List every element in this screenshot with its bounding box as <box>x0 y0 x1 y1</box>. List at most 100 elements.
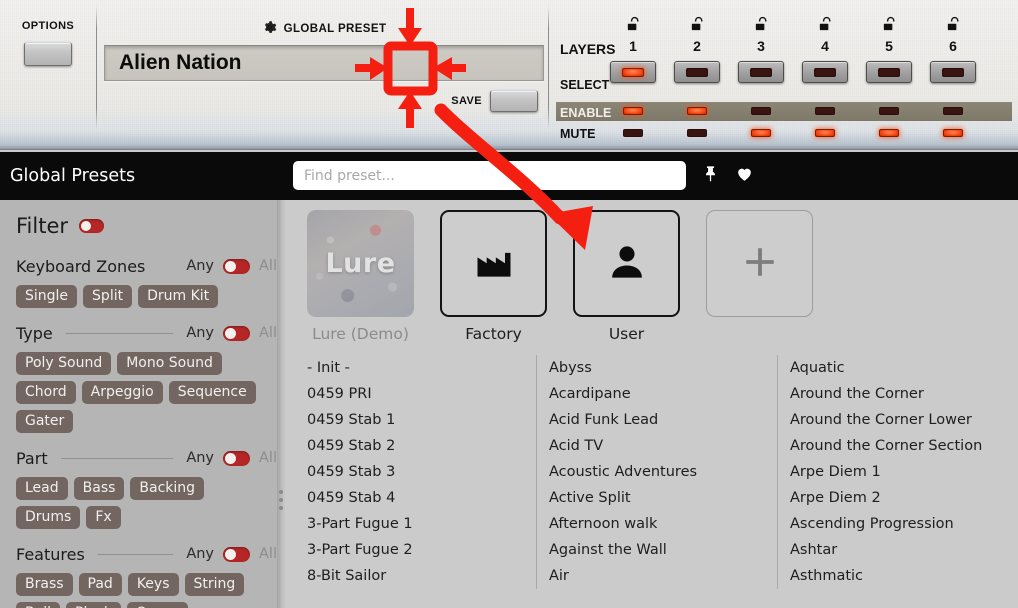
preset-list-item[interactable]: Active Split <box>549 485 777 511</box>
any-all-toggle[interactable] <box>223 258 251 274</box>
preset-list-item[interactable]: 3-Part Fugue 2 <box>307 537 536 563</box>
layer-select-button-3[interactable] <box>738 61 784 83</box>
layer-number-3: 3 <box>757 38 765 54</box>
layer-select-button-1[interactable] <box>610 61 656 83</box>
filter-tag[interactable]: Gater <box>16 410 74 433</box>
preset-list-item[interactable]: Aquatic <box>790 355 1018 381</box>
preset-list-item[interactable]: - Init - <box>307 355 536 381</box>
preset-list-item[interactable]: Acid Funk Lead <box>549 407 777 433</box>
preset-list-item[interactable]: 0459 Stab 1 <box>307 407 536 433</box>
layer-select-button-4[interactable] <box>802 61 848 83</box>
layer-mute-button-6[interactable] <box>922 129 984 137</box>
filter-tag[interactable]: Single <box>16 285 78 308</box>
filter-tag[interactable]: Pad <box>78 573 122 596</box>
global-preset-name-field[interactable]: Alien Nation <box>104 45 544 81</box>
layer-mute-led-5 <box>879 129 899 137</box>
layer-mute-button-2[interactable] <box>666 129 728 137</box>
unlocked-padlock-icon[interactable] <box>602 16 664 37</box>
layer-enable-button-1[interactable] <box>602 107 664 115</box>
global-preset-name-value: Alien Nation <box>119 51 242 74</box>
preset-list-item[interactable]: 3-Part Fugue 1 <box>307 511 536 537</box>
save-button[interactable] <box>490 90 538 112</box>
preset-list-item[interactable]: Around the Corner <box>790 381 1018 407</box>
preset-list-item[interactable]: Around the Corner Lower <box>790 407 1018 433</box>
preset-list-item[interactable]: Arpe Diem 1 <box>790 459 1018 485</box>
filter-tag[interactable]: Backing <box>130 477 205 500</box>
filter-tag[interactable]: Organ <box>127 602 188 608</box>
filter-tag[interactable]: Split <box>83 285 133 308</box>
layer-select-button-6[interactable] <box>930 61 976 83</box>
layer-enable-button-6[interactable] <box>922 107 984 115</box>
layer-enable-button-5[interactable] <box>858 107 920 115</box>
layer-mute-button-4[interactable] <box>794 129 856 137</box>
preset-source-tile-lure-demo[interactable]: Lure Lure (Demo) <box>307 210 414 343</box>
preset-list-item[interactable]: Acid TV <box>549 433 777 459</box>
any-all-toggle[interactable] <box>223 325 251 341</box>
filter-tag[interactable]: Drums <box>16 506 81 529</box>
filter-tag[interactable]: Bell <box>16 602 60 608</box>
layer-enable-button-2[interactable] <box>666 107 728 115</box>
preset-list-item[interactable]: Acardipane <box>549 381 777 407</box>
filter-tag[interactable]: Lead <box>16 477 68 500</box>
preset-list-item[interactable]: Arpe Diem 2 <box>790 485 1018 511</box>
filter-tag[interactable]: Fx <box>86 506 121 529</box>
preset-list-item[interactable]: Afternoon walk <box>549 511 777 537</box>
preset-source-icon-box[interactable] <box>573 210 680 317</box>
preset-source-icon-box[interactable] <box>706 210 813 317</box>
filter-enable-toggle[interactable] <box>79 219 105 233</box>
layer-mute-button-3[interactable] <box>730 129 792 137</box>
sidebar-splitter[interactable] <box>277 200 285 608</box>
preset-list-item[interactable]: Against the Wall <box>549 537 777 563</box>
preset-list-item[interactable]: Acoustic Adventures <box>549 459 777 485</box>
global-presets-window: OPTIONS GLOBAL PRESET Alien Nation SAVE <box>0 0 1018 608</box>
any-all-toggle[interactable] <box>223 450 251 466</box>
layer-enable-button-3[interactable] <box>730 107 792 115</box>
preset-source-tile-user[interactable]: User <box>573 210 680 343</box>
layer-mute-button-1[interactable] <box>602 129 664 137</box>
preset-list-item[interactable]: Asthmatic <box>790 563 1018 589</box>
filter-tag[interactable]: Sequence <box>168 381 256 404</box>
layer-mute-button-5[interactable] <box>858 129 920 137</box>
filter-tag[interactable]: Arpeggio <box>81 381 163 404</box>
filter-tag[interactable]: Brass <box>16 573 73 596</box>
layer-select-button-2[interactable] <box>674 61 720 83</box>
preset-list-item[interactable]: Ascending Progression <box>790 511 1018 537</box>
filter-tag[interactable]: Bass <box>73 477 125 500</box>
heart-icon[interactable] <box>735 165 754 187</box>
unlocked-padlock-icon[interactable] <box>730 16 792 37</box>
unlocked-padlock-icon[interactable] <box>794 16 856 37</box>
filter-tag[interactable]: Mono Sound <box>117 352 222 375</box>
filter-tag[interactable]: Poly Sound <box>16 352 112 375</box>
group-rule <box>60 457 174 459</box>
options-button[interactable] <box>24 42 72 66</box>
unlocked-padlock-icon[interactable] <box>666 16 728 37</box>
gear-icon[interactable] <box>262 20 277 39</box>
layer-select-button-5[interactable] <box>866 61 912 83</box>
preset-list-item[interactable]: 0459 Stab 3 <box>307 459 536 485</box>
filter-tag[interactable]: Pluck <box>66 602 122 608</box>
search-input[interactable] <box>293 161 686 190</box>
preset-list-item[interactable]: 0459 PRI <box>307 381 536 407</box>
preset-list-item[interactable]: Ashtar <box>790 537 1018 563</box>
preset-source-tile-factory[interactable]: Factory <box>440 210 547 343</box>
preset-list-item[interactable]: 0459 Stab 4 <box>307 485 536 511</box>
filter-tag[interactable]: Drum Kit <box>138 285 219 308</box>
preset-list-column-2: Abyss Acardipane Acid Funk Lead Acid TV Acou… <box>535 355 777 589</box>
unlocked-padlock-icon[interactable] <box>858 16 920 37</box>
filter-tag[interactable]: Chord <box>16 381 76 404</box>
filter-tag[interactable]: Keys <box>127 573 179 596</box>
layer-column-6: 6 <box>922 10 984 83</box>
pin-icon[interactable] <box>702 164 719 187</box>
any-all-toggle[interactable] <box>223 546 251 562</box>
unlocked-padlock-icon[interactable] <box>922 16 984 37</box>
preset-source-tile-add-new[interactable] <box>706 210 813 343</box>
filter-tag[interactable]: String <box>184 573 245 596</box>
preset-list-item[interactable]: Abyss <box>549 355 777 381</box>
preset-list-item[interactable]: 8-Bit Sailor <box>307 563 536 589</box>
preset-list-item[interactable]: Around the Corner Section <box>790 433 1018 459</box>
preset-source-icon-box[interactable] <box>440 210 547 317</box>
preset-list-item[interactable]: Air <box>549 563 777 589</box>
layer-enable-button-4[interactable] <box>794 107 856 115</box>
preset-list-item[interactable]: 0459 Stab 2 <box>307 433 536 459</box>
preset-source-icon-box[interactable]: Lure <box>307 210 414 317</box>
